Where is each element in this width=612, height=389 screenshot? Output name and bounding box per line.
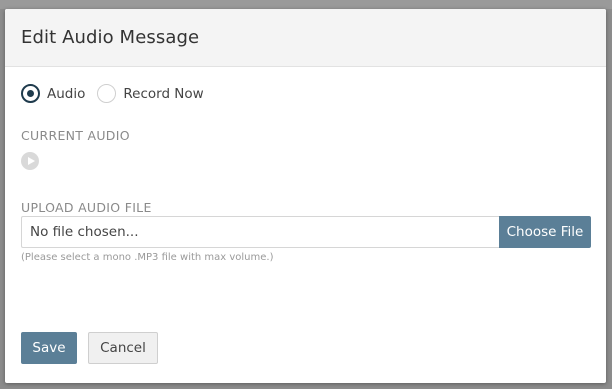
play-icon[interactable] (21, 152, 39, 170)
radio-label-audio: Audio (47, 85, 86, 102)
save-button[interactable]: Save (21, 332, 77, 364)
page-backdrop (0, 0, 612, 9)
file-name-field[interactable]: No file chosen... (21, 216, 499, 248)
upload-hint: (Please select a mono .MP3 file with max… (21, 252, 274, 263)
radio-label-record-now: Record Now (123, 85, 204, 102)
radio-button-record-now[interactable] (97, 84, 117, 103)
cancel-button[interactable]: Cancel (88, 332, 158, 364)
edit-audio-dialog: Edit Audio Message Audio Record Now CURR… (5, 9, 606, 383)
dialog-footer: Save Cancel (21, 332, 158, 364)
choose-file-button[interactable]: Choose File (499, 216, 591, 248)
dialog-title: Edit Audio Message (21, 27, 200, 48)
play-triangle (27, 157, 35, 165)
radio-option-record-now[interactable]: Record Now (97, 84, 204, 103)
radio-button-audio[interactable] (21, 84, 40, 103)
current-audio-label: CURRENT AUDIO (21, 128, 130, 143)
dialog-header: Edit Audio Message (5, 9, 606, 67)
upload-audio-label: UPLOAD AUDIO FILE (21, 200, 152, 215)
dialog-body: Audio Record Now CURRENT AUDIO UPLOAD AU… (5, 67, 606, 383)
radio-option-audio[interactable]: Audio (21, 84, 85, 103)
audio-source-radio-group: Audio Record Now (21, 84, 216, 103)
radio-checked-dot (27, 90, 34, 97)
file-upload-group: No file chosen... Choose File (21, 216, 591, 248)
